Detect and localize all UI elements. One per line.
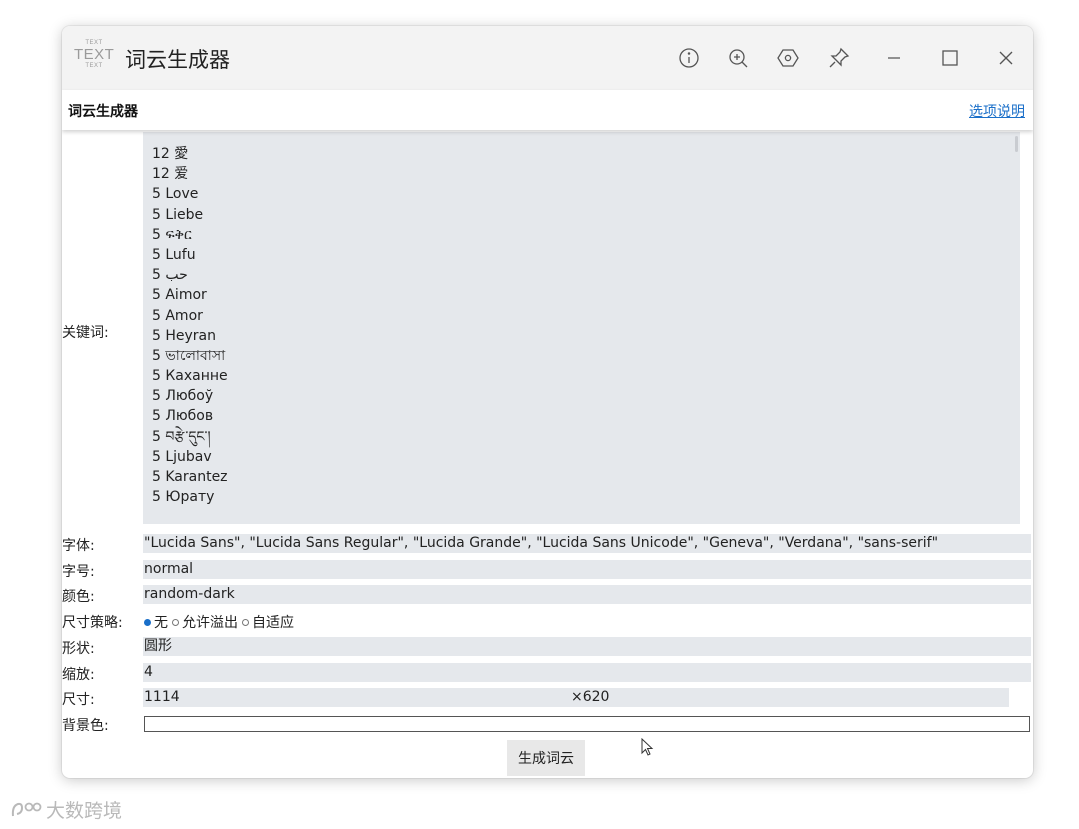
zoom-in-button[interactable] xyxy=(724,44,752,72)
logo-text-bottom: TEXT xyxy=(85,63,103,69)
keywords-label: 关键词: xyxy=(62,325,109,341)
height-value: ×620 xyxy=(571,689,610,705)
keyword-line: 5 Юрату xyxy=(152,489,215,506)
size-strategy-radio-group: 无 允许溢出 自适应 xyxy=(144,612,298,632)
radio-label: 自适应 xyxy=(252,615,294,631)
keyword-line: 12 爱 xyxy=(152,166,189,183)
keyword-line: 5 Aimor xyxy=(152,287,207,304)
keywords-list: 12 愛 12 爱 5 Love 5 Liebe 5 ፍቅር 5 Lufu 5 حب 5 Ai… xyxy=(143,132,1020,507)
app-window: TEXT TEXT TEXT 词云生成器 词云生成器 选项说明 关键词: 12 … xyxy=(62,26,1033,778)
font-size-input[interactable]: normal xyxy=(143,560,1031,579)
font-label: 字体: xyxy=(62,538,95,554)
keyword-line: 5 Amor xyxy=(152,307,203,324)
keywords-textarea[interactable]: 12 愛 12 爱 5 Love 5 Liebe 5 ፍቅር 5 Lufu 5 حب 5 Ai… xyxy=(143,132,1020,524)
radio-dot xyxy=(242,618,249,626)
keyword-line: 5 Любов xyxy=(152,408,214,425)
font-input[interactable]: "Lucida Sans", "Lucida Sans Regular", "L… xyxy=(143,534,1031,553)
header-bar: 词云生成器 选项说明 xyxy=(62,90,1033,130)
shape-select[interactable]: 圆形 xyxy=(143,637,1031,656)
close-icon xyxy=(999,51,1013,65)
minimize-button[interactable] xyxy=(880,44,908,72)
keyword-line: 5 Liebe xyxy=(152,206,204,223)
keyword-line: 5 Lufu xyxy=(152,246,196,263)
radio-dot xyxy=(144,618,151,626)
keyword-line: 5 ፍቅር xyxy=(152,226,192,243)
keyword-line: 5 حب xyxy=(152,267,188,284)
minimize-icon xyxy=(888,57,900,59)
close-button[interactable] xyxy=(992,44,1020,72)
background-color-label: 背景色: xyxy=(62,718,109,734)
dimensions-label: 尺寸: xyxy=(62,692,95,708)
strategy-option-overflow[interactable]: 允许溢出 xyxy=(172,612,238,632)
dimensions-input[interactable]: 1114 ×620 xyxy=(143,688,1009,707)
title-bar[interactable]: TEXT TEXT TEXT 词云生成器 xyxy=(62,26,1033,90)
keyword-line: 5 Любоў xyxy=(152,388,214,405)
font-size-label: 字号: xyxy=(62,564,95,580)
strategy-option-none[interactable]: 无 xyxy=(144,612,168,632)
strategy-option-fit[interactable]: 自适应 xyxy=(242,612,294,632)
keyword-line: 5 Каханне xyxy=(152,368,228,385)
maximize-icon xyxy=(942,50,958,66)
maximize-button[interactable] xyxy=(936,44,964,72)
keyword-line: 5 ভালোবাসা xyxy=(152,347,226,364)
color-input[interactable]: random-dark xyxy=(143,585,1031,604)
scale-label: 缩放: xyxy=(62,667,95,683)
size-strategy-label: 尺寸策略: xyxy=(62,615,123,631)
pin-button[interactable] xyxy=(825,44,853,72)
page-title: 词云生成器 xyxy=(68,104,138,120)
watermark-logo-icon xyxy=(11,802,42,816)
keyword-line: 5 Ljubav xyxy=(152,448,212,465)
logo-text-main: TEXT xyxy=(74,46,115,63)
scale-input[interactable]: 4 xyxy=(143,663,1031,682)
hexagon-settings-icon xyxy=(777,49,799,67)
keyword-line: 5 Karantez xyxy=(152,469,228,485)
background-color-input[interactable] xyxy=(144,716,1030,732)
color-label: 颜色: xyxy=(62,589,95,605)
keyword-line: 12 愛 xyxy=(152,146,189,162)
generate-wordcloud-button[interactable]: 生成词云 xyxy=(507,740,585,776)
radio-dot xyxy=(172,618,179,626)
window-title: 词云生成器 xyxy=(125,48,230,72)
mouse-cursor-icon xyxy=(641,738,654,756)
info-icon xyxy=(679,48,699,68)
width-value: 1114 xyxy=(144,689,180,705)
pin-icon xyxy=(829,47,850,68)
keywords-scrollbar[interactable] xyxy=(1015,136,1018,152)
app-logo-icon: TEXT TEXT TEXT xyxy=(74,40,114,76)
shape-label: 形状: xyxy=(62,641,95,657)
settings-button[interactable] xyxy=(774,44,802,72)
watermark-text: 大数跨境 xyxy=(46,800,123,822)
zoom-in-icon xyxy=(729,49,748,68)
info-button[interactable] xyxy=(675,44,703,72)
keyword-line: 5 Love xyxy=(152,186,199,203)
radio-label: 允许溢出 xyxy=(182,615,238,631)
keyword-line: 5 བརྩེ་དུང་། xyxy=(152,428,211,445)
radio-label: 无 xyxy=(154,615,168,631)
keyword-line: 5 Heyran xyxy=(152,327,216,344)
options-help-link[interactable]: 选项说明 xyxy=(969,101,1025,121)
watermark: 大数跨境 xyxy=(10,796,122,823)
